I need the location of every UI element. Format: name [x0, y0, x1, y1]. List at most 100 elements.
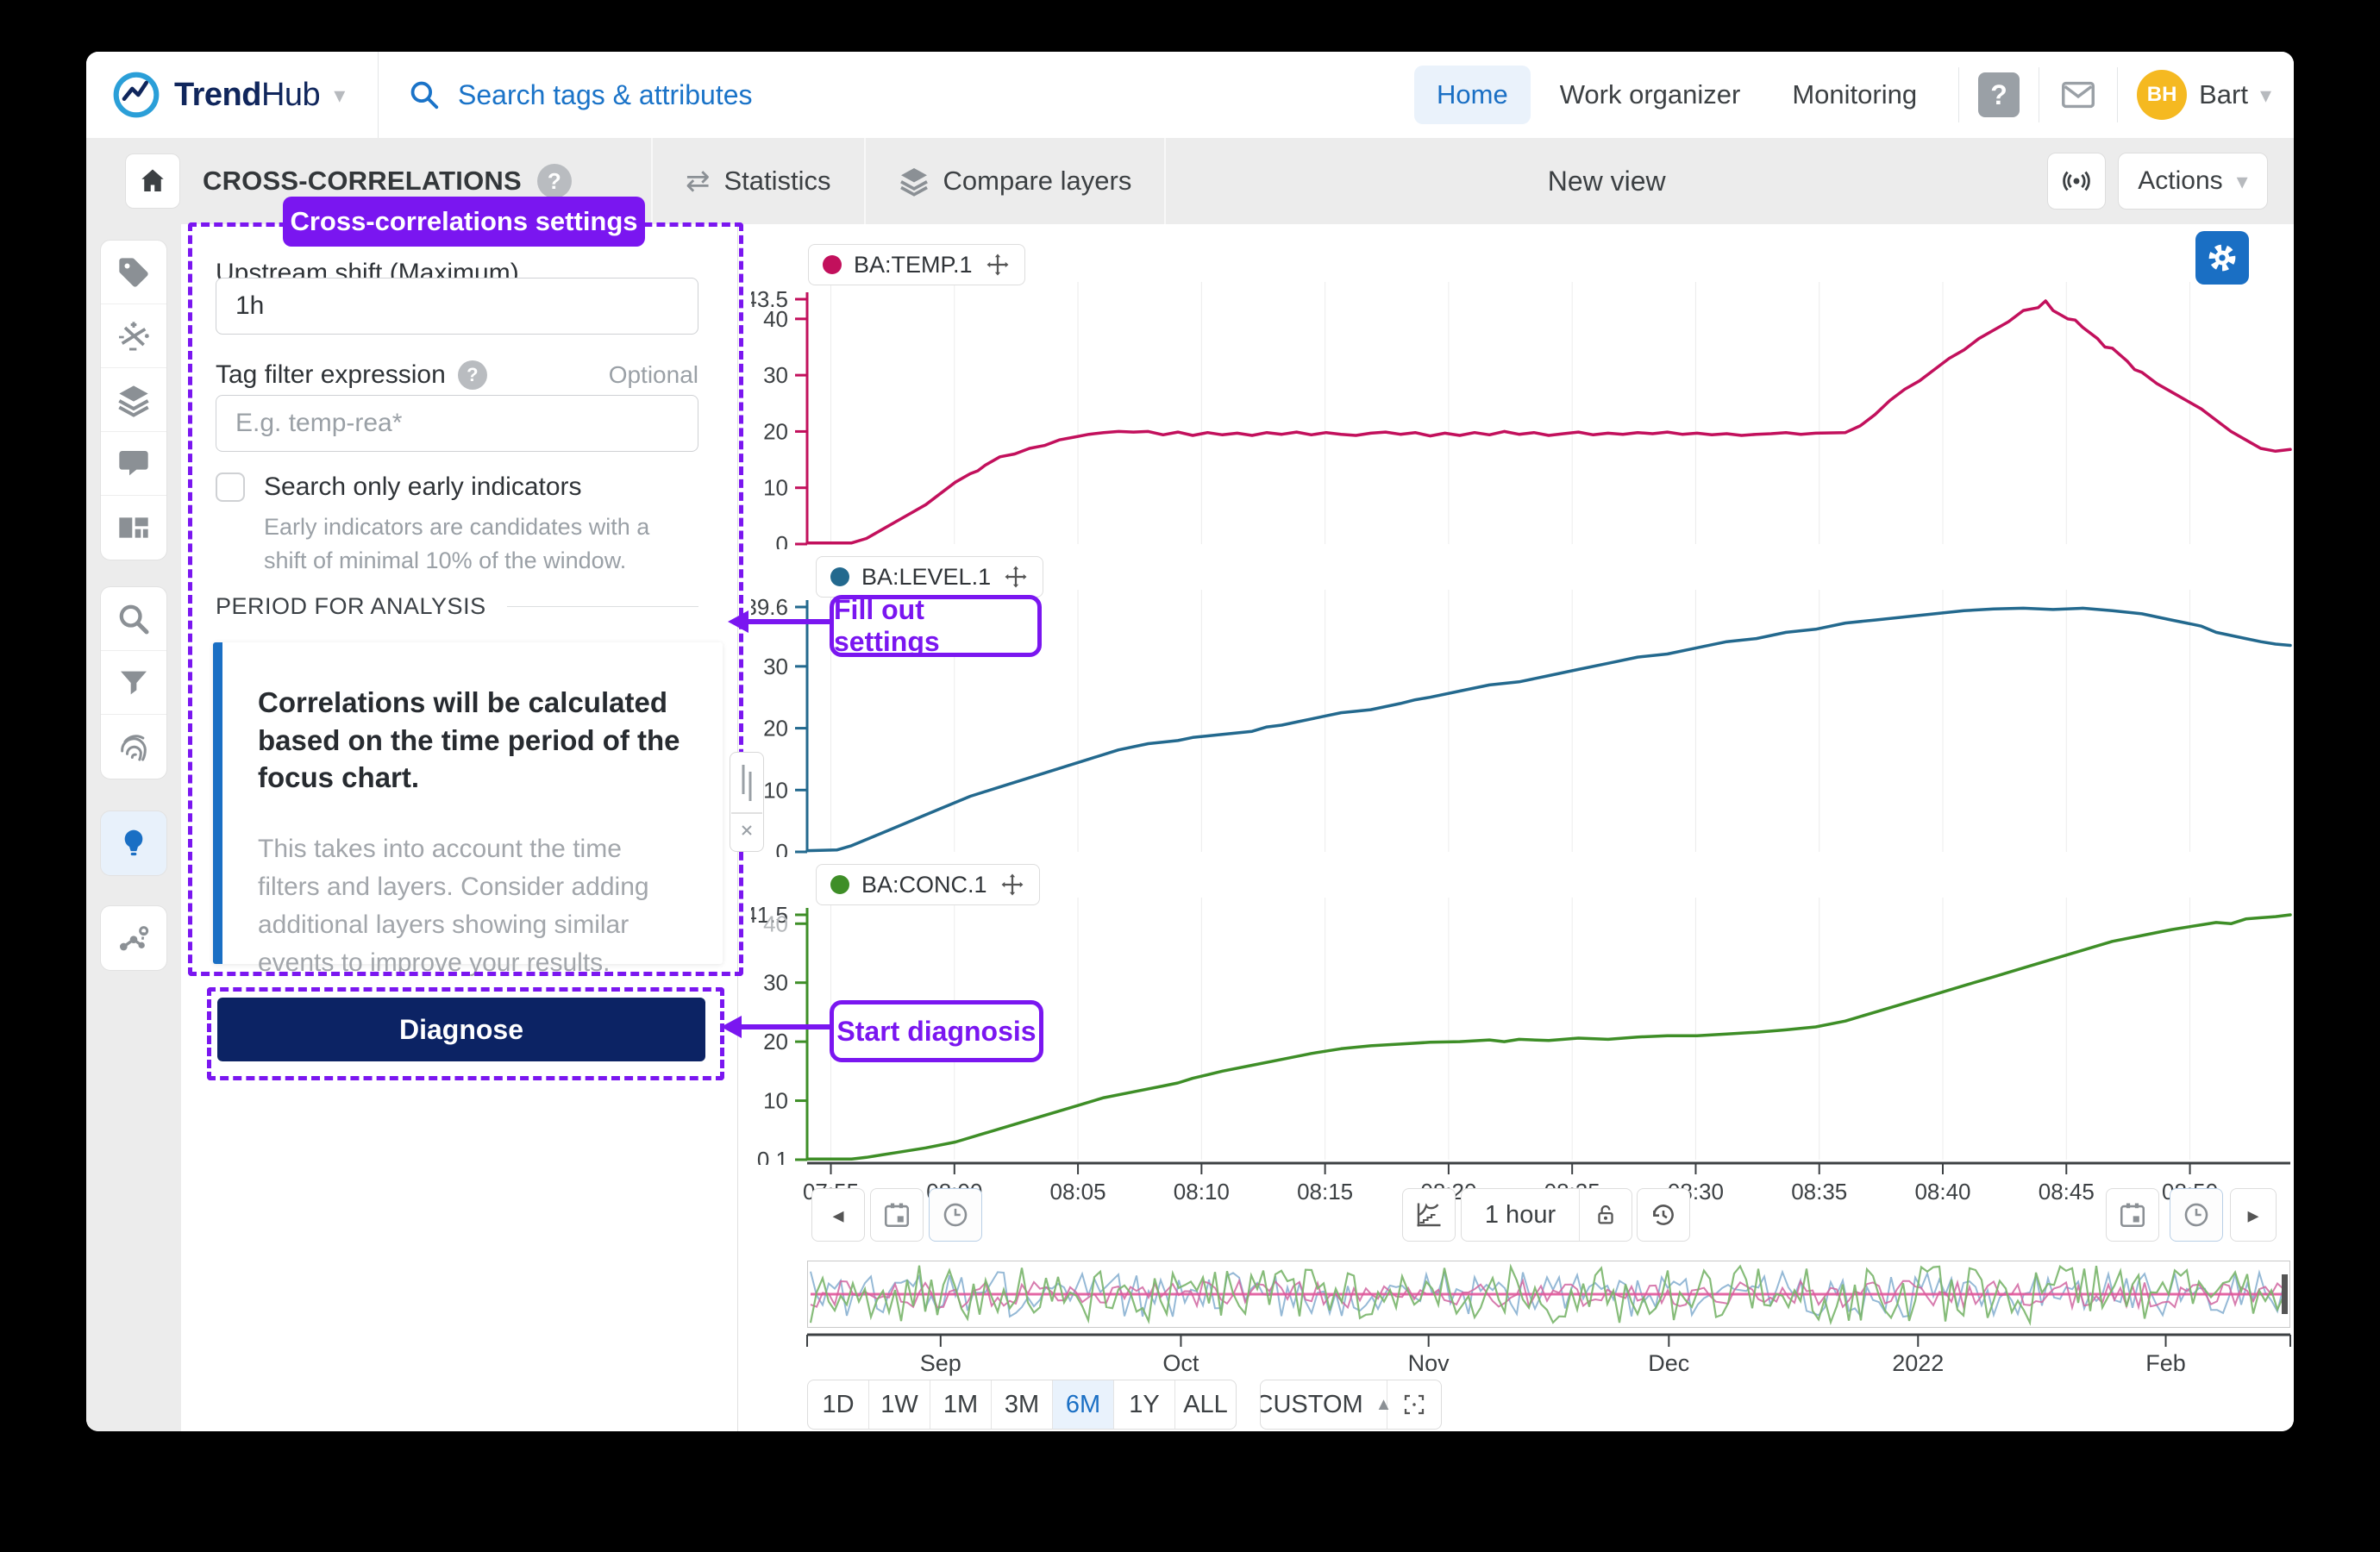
svg-text:08:05: 08:05 — [1050, 1179, 1106, 1205]
early-indicators-help: Early indicators are candidates with a s… — [264, 510, 669, 578]
range-all[interactable]: ALL — [1175, 1380, 1236, 1429]
svg-text:10: 10 — [763, 475, 788, 501]
resolution-lock-button[interactable] — [1580, 1189, 1632, 1241]
svg-text:30: 30 — [763, 654, 788, 679]
formula-icon — [116, 319, 151, 354]
svg-text:39.6: 39.6 — [751, 594, 788, 620]
move-icon[interactable] — [985, 252, 1011, 278]
actions-button[interactable]: Actions ▾ — [2118, 153, 2268, 210]
svg-text:08:15: 08:15 — [1297, 1179, 1353, 1205]
comments-button[interactable] — [101, 432, 166, 496]
formulas-button[interactable] — [101, 304, 166, 368]
svg-text:Dec: Dec — [1648, 1350, 1689, 1376]
range-1w[interactable]: 1W — [869, 1380, 930, 1429]
legend-chip-temp[interactable]: BA:TEMP.1 — [808, 244, 1025, 285]
section-rule — [507, 606, 698, 607]
tags-button[interactable] — [101, 241, 166, 304]
panel-collapse-handle[interactable] — [730, 752, 764, 852]
start-time-button[interactable] — [929, 1188, 982, 1242]
app-switcher-chevron-icon[interactable]: ▾ — [334, 82, 345, 109]
move-icon[interactable] — [1003, 564, 1029, 590]
range-1m[interactable]: 1M — [930, 1380, 992, 1429]
diagnose-button[interactable]: Diagnose — [217, 998, 705, 1061]
range-6m[interactable]: 6M — [1053, 1380, 1114, 1429]
nav-work-organizer[interactable]: Work organizer — [1538, 66, 1763, 124]
dashboard-button[interactable] — [101, 496, 166, 560]
end-date-button[interactable] — [2106, 1188, 2159, 1242]
range-1d[interactable]: 1D — [808, 1380, 869, 1429]
custom-range-button[interactable]: CUSTOM ▲ — [1261, 1380, 1387, 1429]
range-1y[interactable]: 1Y — [1114, 1380, 1175, 1429]
series-color-dot — [830, 567, 849, 586]
tag-filter-input[interactable] — [216, 395, 698, 452]
series-color-dot — [823, 255, 842, 274]
model-graph-button[interactable] — [101, 906, 166, 970]
mail-icon[interactable] — [2058, 75, 2098, 115]
history-button[interactable] — [1637, 1188, 1690, 1242]
chart-type-button[interactable] — [1402, 1188, 1456, 1242]
nav-home[interactable]: Home — [1414, 66, 1531, 124]
user-chevron-icon: ▾ — [2260, 82, 2271, 109]
user-name: Bart — [2199, 79, 2248, 110]
chart-temp[interactable]: 43.5403020100 — [751, 263, 2294, 554]
legend-chip-conc[interactable]: BA:CONC.1 — [816, 864, 1040, 905]
calendar-icon — [882, 1200, 911, 1230]
move-icon[interactable] — [999, 872, 1025, 898]
avatar: BH — [2137, 70, 2187, 120]
pan-right-button[interactable]: ▸ — [2230, 1188, 2277, 1242]
app-header: TrendHub ▾ Home Work organizer Monitorin… — [86, 52, 2294, 138]
svg-text:0: 0 — [776, 839, 788, 857]
gear-icon — [2205, 241, 2239, 275]
compare-layers-button[interactable]: Compare layers — [866, 138, 1165, 224]
user-menu[interactable]: BH Bart ▾ — [2137, 70, 2271, 120]
svg-text:2022: 2022 — [1892, 1350, 1944, 1376]
fingerprint-button[interactable] — [101, 715, 166, 779]
node-graph-icon — [116, 921, 151, 955]
end-time-button[interactable] — [2170, 1188, 2223, 1242]
actions-chevron-icon: ▾ — [2237, 168, 2248, 195]
chart-area: BA:TEMP.1 BA:LEVEL.1 BA:CONC.1 43.540302… — [737, 224, 2294, 1431]
start-date-button[interactable] — [870, 1188, 924, 1242]
fill-out-settings-callout: Fill out settings — [830, 595, 1042, 657]
settings-annotation-badge: Cross-correlations settings — [283, 197, 645, 247]
global-search[interactable] — [379, 78, 1414, 112]
range-buttons: 1D1W1M3M6M1YALL — [807, 1380, 1237, 1430]
nav-monitoring[interactable]: Monitoring — [1769, 66, 1939, 124]
fill-out-arrow-line — [745, 619, 830, 624]
home-view-button[interactable] — [125, 153, 180, 209]
resolution-value[interactable]: 1 hour — [1462, 1189, 1580, 1241]
series-name: BA:CONC.1 — [861, 872, 987, 898]
dashboard-icon — [116, 510, 151, 545]
svg-text:30: 30 — [763, 970, 788, 996]
title-help-icon[interactable]: ? — [537, 164, 572, 198]
recommendations-button[interactable] — [101, 811, 166, 875]
statistics-button[interactable]: ⇄ Statistics — [653, 138, 864, 224]
live-mode-button[interactable] — [2047, 153, 2106, 210]
upstream-shift-input[interactable] — [216, 278, 698, 335]
nav-divider — [2117, 67, 2118, 122]
layers-button[interactable] — [101, 368, 166, 432]
filter-button[interactable] — [101, 651, 166, 715]
fingerprint-icon — [116, 729, 151, 764]
app-logo[interactable]: TrendHub ▾ — [86, 71, 362, 119]
period-section-title: PERIOD FOR ANALYSIS — [216, 593, 486, 620]
clock-icon — [941, 1200, 970, 1230]
help-button[interactable]: ? — [1978, 72, 2020, 117]
chart-settings-button[interactable] — [2195, 231, 2249, 285]
legend-chip-level[interactable]: BA:LEVEL.1 — [816, 556, 1043, 598]
series-name: BA:LEVEL.1 — [861, 564, 991, 591]
left-icon-rail — [86, 224, 181, 1431]
pan-left-button[interactable]: ◂ — [811, 1188, 865, 1242]
overview-strip[interactable] — [807, 1261, 2290, 1332]
early-indicators-checkbox[interactable] — [216, 472, 245, 502]
lock-icon — [1593, 1202, 1619, 1228]
swap-arrows-icon: ⇄ — [686, 164, 711, 198]
range-3m[interactable]: 3M — [992, 1380, 1053, 1429]
tag-filter-help-icon[interactable]: ? — [458, 360, 487, 390]
fit-range-button[interactable] — [1387, 1380, 1441, 1429]
search-input[interactable] — [456, 78, 1063, 112]
svg-text:40: 40 — [763, 306, 788, 332]
optional-label: Optional — [609, 361, 698, 389]
search-tool-button[interactable] — [101, 587, 166, 651]
svg-text:10: 10 — [763, 777, 788, 803]
